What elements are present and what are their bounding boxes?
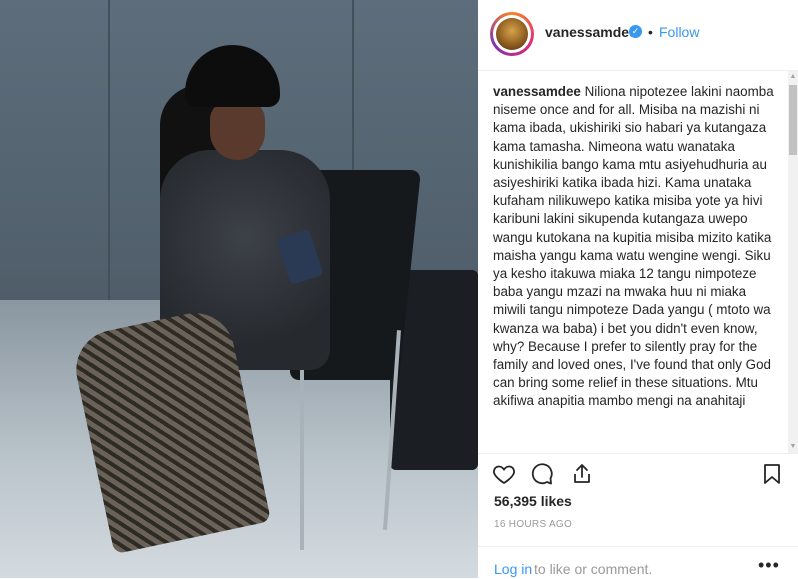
scroll-down-arrow-icon[interactable]: ▼	[788, 441, 798, 453]
bookmark-icon[interactable]	[760, 462, 784, 486]
photo-cap	[185, 45, 280, 107]
scroll-thumb[interactable]	[789, 85, 797, 155]
share-icon[interactable]	[570, 462, 594, 486]
caption-username-link[interactable]: vanessamdee	[493, 84, 581, 99]
verified-badge-icon: ✓	[629, 25, 642, 38]
post-header: vanessamdee ✓ • Follow	[478, 0, 798, 71]
login-link[interactable]: Log in	[494, 561, 532, 577]
comment-icon[interactable]	[530, 462, 554, 486]
more-options-icon[interactable]: •••	[758, 555, 780, 576]
post-side-panel: vanessamdee ✓ • Follow vanessamdee Nilio…	[478, 0, 798, 578]
post-photo[interactable]	[0, 0, 478, 578]
comment-bar: Log in to like or comment. •••	[478, 546, 798, 579]
caption-text: Niliona nipotezee lakini naomba niseme o…	[493, 84, 774, 409]
follow-button[interactable]: Follow	[659, 24, 699, 40]
caption-scrollbar[interactable]: ▲ ▼	[788, 71, 798, 453]
action-bar	[478, 453, 798, 494]
avatar-ring	[493, 15, 531, 53]
username-link[interactable]: vanessamdee	[545, 24, 637, 40]
separator-dot: •	[648, 24, 653, 40]
caption-area[interactable]: vanessamdee Niliona nipotezee lakini nao…	[478, 71, 788, 453]
login-prompt-text: to like or comment.	[534, 561, 653, 577]
scroll-up-arrow-icon[interactable]: ▲	[788, 71, 798, 83]
post-timestamp[interactable]: 16 HOURS AGO	[494, 519, 572, 530]
photo-chair-leg	[300, 370, 304, 550]
heart-icon[interactable]	[492, 462, 516, 486]
avatar-image	[496, 18, 528, 50]
avatar[interactable]	[490, 12, 534, 56]
photo-wall-seam	[108, 0, 110, 300]
photo-face	[210, 100, 265, 160]
likes-count[interactable]: 56,395 likes	[494, 493, 572, 509]
caption: vanessamdee Niliona nipotezee lakini nao…	[493, 83, 775, 411]
